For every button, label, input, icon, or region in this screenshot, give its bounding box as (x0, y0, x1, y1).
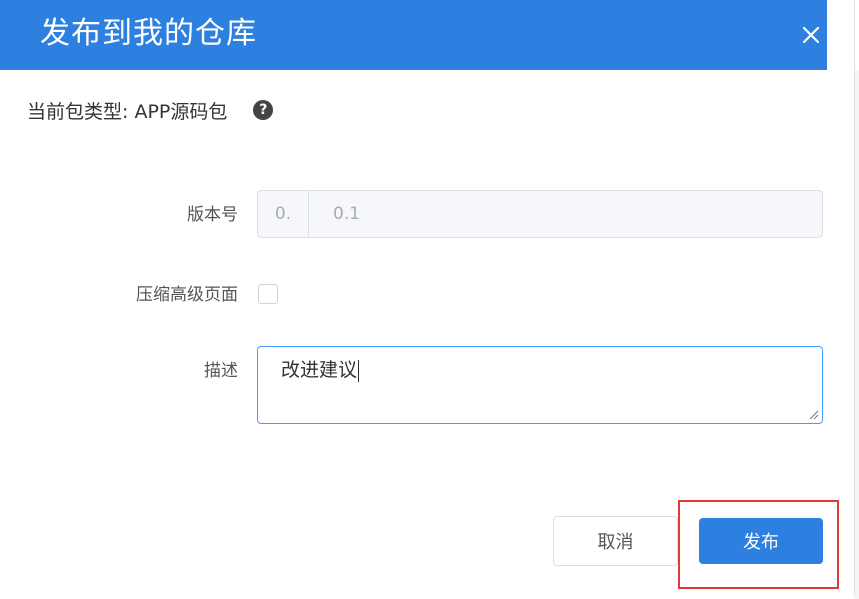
dialog-header: 发布到我的仓库 (0, 0, 827, 70)
close-icon[interactable] (796, 20, 826, 50)
question-circle-icon[interactable]: ? (253, 100, 274, 120)
compress-label: 压缩高级页面 (136, 285, 238, 305)
version-input-group: 0. (257, 190, 823, 238)
version-prefix: 0. (258, 191, 309, 237)
description-textarea[interactable]: 改进建议 (257, 346, 823, 424)
version-input[interactable] (309, 191, 822, 237)
package-type-label: 当前包类型: APP源码包 (27, 100, 228, 123)
publish-dialog: 发布到我的仓库 当前包类型: APP源码包 ? 版本号 0. 压缩高级页面 描述… (0, 0, 855, 597)
description-value: 改进建议 (281, 359, 358, 381)
package-type-row: 当前包类型: APP源码包 ? (27, 97, 274, 123)
description-label: 描述 (204, 361, 238, 381)
dialog-edge (855, 70, 859, 599)
publish-button[interactable]: 发布 (699, 518, 823, 564)
help-glyph: ? (259, 102, 268, 118)
dialog-title: 发布到我的仓库 (40, 16, 257, 51)
version-label: 版本号 (187, 205, 238, 225)
compress-checkbox[interactable] (258, 284, 278, 304)
resize-handle-icon[interactable] (807, 408, 819, 420)
description-text: 改进建议 (281, 358, 360, 382)
text-caret (358, 359, 360, 382)
cancel-button[interactable]: 取消 (553, 516, 678, 566)
